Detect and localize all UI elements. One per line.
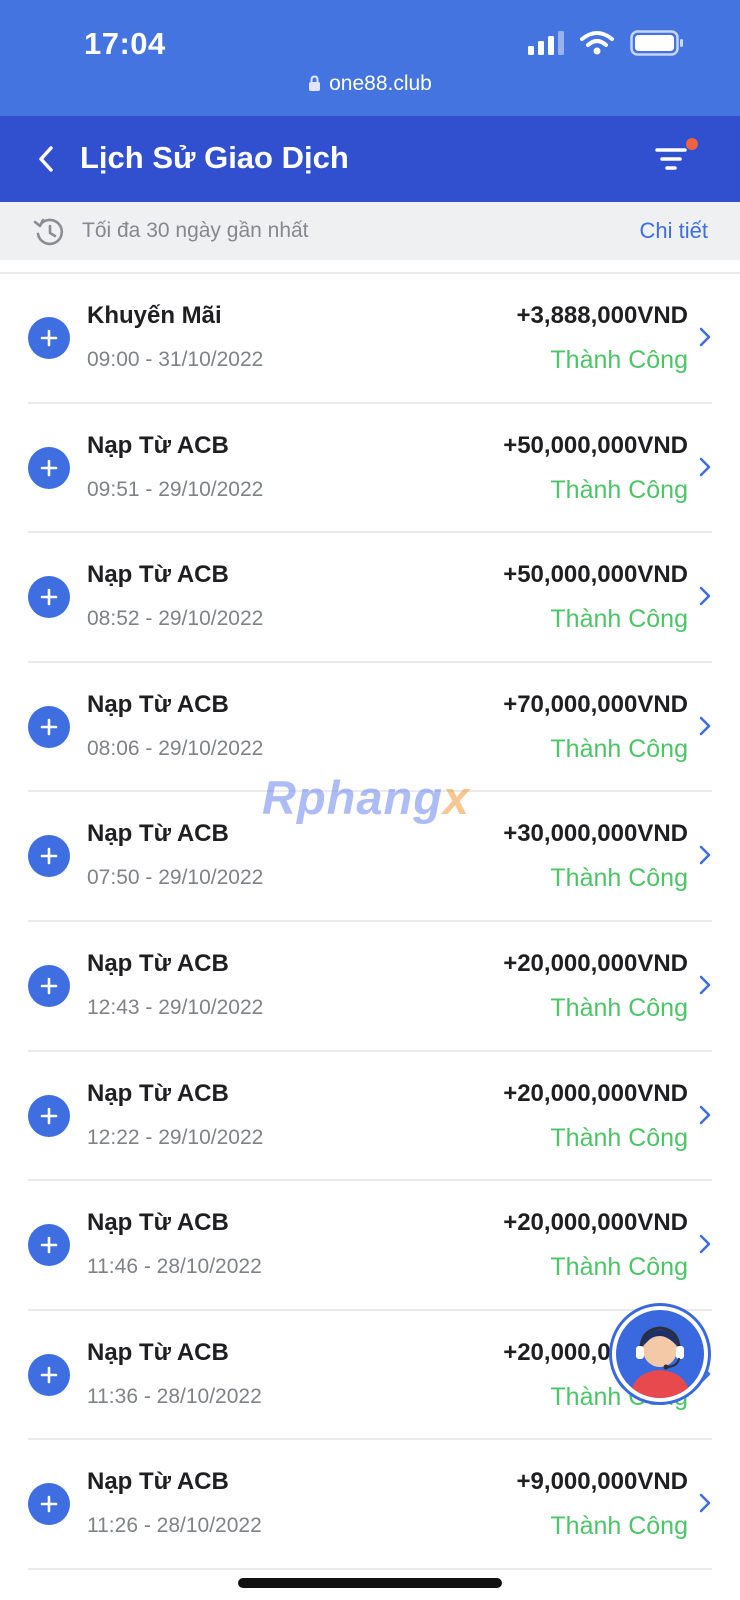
watermark-accent: x <box>442 771 471 824</box>
transaction-name: Nạp Từ ACB <box>87 1209 229 1237</box>
transaction-amount: +20,000,000VND <box>503 949 688 977</box>
transaction-name: Nạp Từ ACB <box>87 1468 229 1496</box>
chevron-right-icon <box>699 716 711 736</box>
transaction-amount: +50,000,000VND <box>503 431 688 459</box>
history-icon <box>33 218 64 246</box>
transaction-name: Nạp Từ ACB <box>87 431 229 459</box>
plus-icon <box>28 576 70 619</box>
transaction-row[interactable]: Khuyến Mãi 09:00 - 31/10/2022 +3,888,000… <box>28 274 712 404</box>
system-icons <box>528 30 684 56</box>
wifi-icon <box>580 31 614 55</box>
chevron-right-icon <box>699 1234 711 1254</box>
detail-link[interactable]: Chi tiết <box>640 218 708 244</box>
filter-icon <box>655 148 687 170</box>
transaction-amount: +3,888,000VND <box>516 302 688 329</box>
chevron-right-icon <box>699 846 711 865</box>
address-bar[interactable]: one88.club <box>0 72 740 96</box>
filter-badge <box>686 138 698 150</box>
transaction-status: Thành Công <box>550 346 688 374</box>
transaction-datetime: 12:43 - 29/10/2022 <box>87 995 264 1019</box>
filter-button[interactable] <box>654 138 698 178</box>
transaction-datetime: 08:52 - 29/10/2022 <box>87 607 264 631</box>
transaction-amount: +20,000,000VND <box>503 1079 688 1107</box>
transaction-datetime: 08:06 - 29/10/2022 <box>87 736 264 760</box>
transaction-name: Nạp Từ ACB <box>87 690 229 718</box>
info-bar: Tối đa 30 ngày gần nhất Chi tiết <box>0 202 740 260</box>
transaction-amount: +30,000,000VND <box>503 820 688 848</box>
transaction-datetime: 12:22 - 29/10/2022 <box>87 1125 264 1149</box>
transaction-status: Thành Công <box>550 1512 688 1541</box>
plus-icon <box>28 446 70 489</box>
transaction-datetime: 07:50 - 29/10/2022 <box>87 866 264 890</box>
plus-icon <box>28 705 70 748</box>
app-header: Lịch Sử Giao Dịch <box>0 116 740 202</box>
plus-icon <box>28 1224 70 1267</box>
transaction-amount: +9,000,000VND <box>516 1468 688 1496</box>
transaction-name: Nạp Từ ACB <box>87 1079 229 1107</box>
transaction-amount: +50,000,000VND <box>503 561 688 589</box>
status-time: 17:04 <box>84 26 166 61</box>
watermark-text: Rphang <box>262 771 443 824</box>
range-note: Tối đa 30 ngày gần nhất <box>82 219 309 242</box>
transaction-datetime: 09:51 - 29/10/2022 <box>87 477 264 501</box>
transaction-status: Thành Công <box>550 605 688 634</box>
chevron-right-icon <box>699 1105 711 1124</box>
transaction-row[interactable]: Nạp Từ ACB 11:36 - 28/10/2022 +20,000,00… <box>28 1311 712 1441</box>
status-bar: 17:04 one88.club <box>0 0 740 116</box>
transaction-datetime: 09:00 - 31/10/2022 <box>87 348 264 371</box>
transaction-status: Thành Công <box>550 864 688 893</box>
battery-icon <box>630 30 683 56</box>
plus-icon <box>28 835 70 878</box>
signal-icon <box>528 31 564 55</box>
transaction-datetime: 11:46 - 28/10/2022 <box>87 1255 262 1279</box>
back-icon <box>39 146 53 172</box>
transaction-name: Nạp Từ ACB <box>87 820 229 848</box>
transaction-name: Nạp Từ ACB <box>87 561 229 589</box>
transaction-row[interactable]: Nạp Từ ACB 09:51 - 29/10/2022 +50,000,00… <box>28 404 712 534</box>
transaction-status: Thành Công <box>550 734 688 763</box>
back-button[interactable] <box>28 141 64 177</box>
transaction-row[interactable]: Nạp Từ ACB 11:46 - 28/10/2022 +20,000,00… <box>28 1181 712 1311</box>
lock-icon <box>309 75 321 91</box>
url-text: one88.club <box>329 72 432 95</box>
plus-icon <box>28 317 70 359</box>
transaction-datetime: 11:26 - 28/10/2022 <box>87 1514 262 1538</box>
home-indicator <box>238 1578 502 1588</box>
chevron-right-icon <box>699 586 711 606</box>
plus-icon <box>28 964 70 1007</box>
transaction-name: Khuyến Mãi <box>87 302 222 329</box>
transaction-name: Nạp Từ ACB <box>87 1338 229 1366</box>
transaction-row[interactable]: Nạp Từ ACB 08:52 - 29/10/2022 +50,000,00… <box>28 533 712 663</box>
transaction-status: Thành Công <box>550 1123 688 1152</box>
support-agent-icon <box>630 1326 690 1398</box>
watermark-logo: Rphangx <box>262 770 470 825</box>
transaction-row[interactable]: Nạp Từ ACB 12:43 - 29/10/2022 +20,000,00… <box>28 922 712 1052</box>
plus-icon <box>28 1483 70 1526</box>
transaction-amount: +20,000,000VND <box>503 1209 688 1237</box>
page-title: Lịch Sử Giao Dịch <box>80 140 349 175</box>
plus-icon <box>28 1353 70 1396</box>
transaction-name: Nạp Từ ACB <box>87 949 229 977</box>
transaction-status: Thành Công <box>550 1253 688 1282</box>
transaction-status: Thành Công <box>550 993 688 1022</box>
transaction-row[interactable]: Nạp Từ ACB 12:22 - 29/10/2022 +20,000,00… <box>28 1052 712 1182</box>
transaction-amount: +70,000,000VND <box>503 690 688 718</box>
chevron-right-icon <box>699 1494 711 1513</box>
chevron-right-icon <box>699 975 711 995</box>
chevron-right-icon <box>699 457 711 476</box>
chevron-right-icon <box>699 327 711 347</box>
transaction-row[interactable]: Nạp Từ ACB 11:26 - 28/10/2022 +9,000,000… <box>28 1440 712 1570</box>
transaction-datetime: 11:36 - 28/10/2022 <box>87 1384 262 1408</box>
transaction-status: Thành Công <box>550 475 688 504</box>
support-chat-button[interactable] <box>612 1306 708 1402</box>
plus-icon <box>28 1094 70 1137</box>
